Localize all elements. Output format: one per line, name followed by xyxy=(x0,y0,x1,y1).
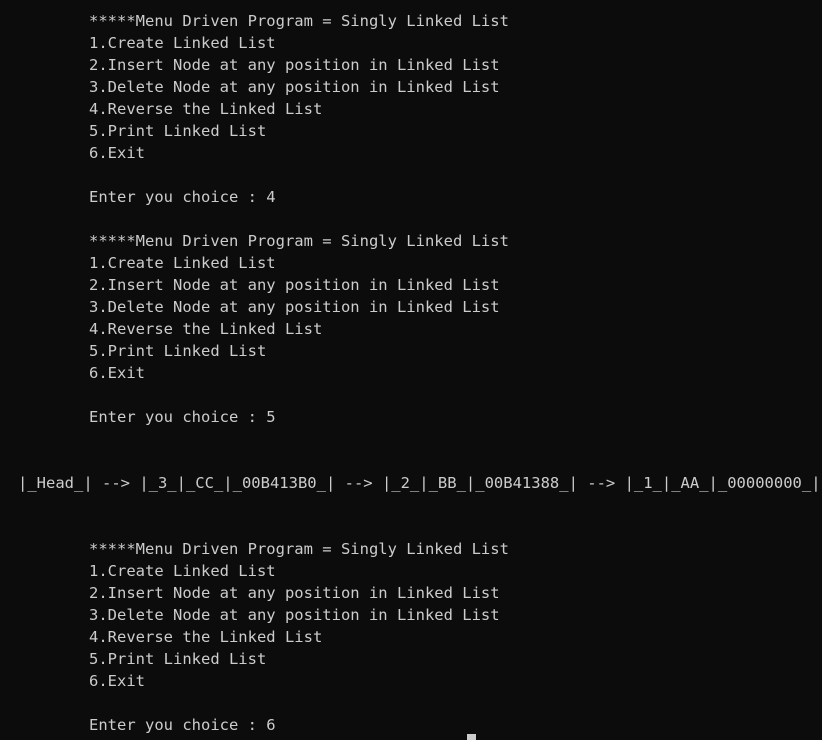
choice-prompt: Enter you choice : 5 xyxy=(89,408,276,426)
menu-option-insert: 2.Insert Node at any position in Linked … xyxy=(89,584,500,602)
menu-option-create: 1.Create Linked List xyxy=(89,254,276,272)
menu-title: *****Menu Driven Program = Singly Linked… xyxy=(89,540,509,558)
terminal-output[interactable]: *****Menu Driven Program = Singly Linked… xyxy=(0,10,822,736)
menu-option-print: 5.Print Linked List xyxy=(89,650,267,668)
menu-option-exit: 6.Exit xyxy=(89,144,145,162)
menu-title: *****Menu Driven Program = Singly Linked… xyxy=(89,232,509,250)
menu-option-print: 5.Print Linked List xyxy=(89,122,267,140)
menu-option-delete: 3.Delete Node at any position in Linked … xyxy=(89,78,500,96)
menu-option-exit: 6.Exit xyxy=(89,364,145,382)
menu-option-create: 1.Create Linked List xyxy=(89,34,276,52)
menu-option-print: 5.Print Linked List xyxy=(89,342,267,360)
menu-option-create: 1.Create Linked List xyxy=(89,562,276,580)
menu-option-insert: 2.Insert Node at any position in Linked … xyxy=(89,56,500,74)
text-cursor xyxy=(467,734,476,740)
menu-option-reverse: 4.Reverse the Linked List xyxy=(89,320,323,338)
menu-option-reverse: 4.Reverse the Linked List xyxy=(89,100,323,118)
linked-list-output: |_Head_| --> |_3_|_CC_|_00B413B0_| --> |… xyxy=(18,474,821,492)
choice-prompt: Enter you choice : 4 xyxy=(89,188,276,206)
choice-prompt: Enter you choice : 6 xyxy=(89,716,276,734)
menu-option-reverse: 4.Reverse the Linked List xyxy=(89,628,323,646)
menu-option-delete: 3.Delete Node at any position in Linked … xyxy=(89,606,500,624)
menu-option-exit: 6.Exit xyxy=(89,672,145,690)
menu-option-delete: 3.Delete Node at any position in Linked … xyxy=(89,298,500,316)
menu-title: *****Menu Driven Program = Singly Linked… xyxy=(89,12,509,30)
menu-option-insert: 2.Insert Node at any position in Linked … xyxy=(89,276,500,294)
